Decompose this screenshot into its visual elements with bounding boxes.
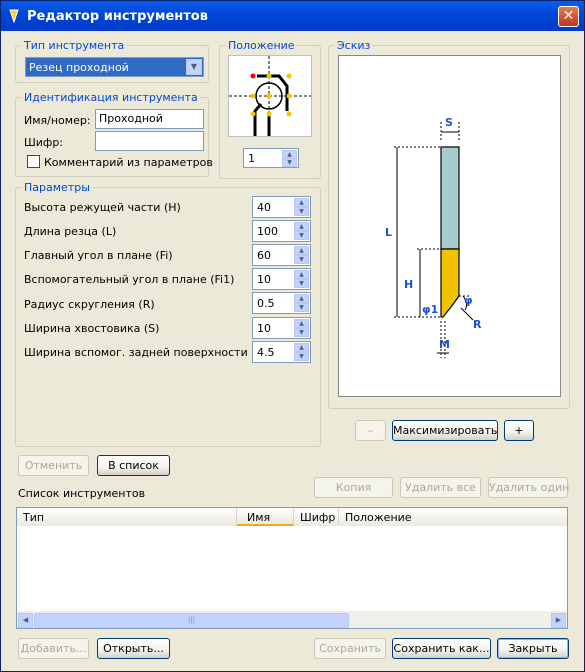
param-spinner-h[interactable]: 40 ▲ ▼: [252, 196, 311, 218]
horizontal-scrollbar[interactable]: ◀ ||| ▶: [17, 611, 567, 628]
spin-up-icon[interactable]: ▲: [294, 270, 309, 279]
delete-one-button[interactable]: Удалить один: [488, 477, 569, 498]
add-button[interactable]: Добавить...: [18, 638, 89, 659]
param-value-fi1: 10: [257, 273, 271, 286]
code-input[interactable]: [95, 131, 204, 151]
param-value-m: 4.5: [257, 346, 275, 359]
param-value-l: 100: [257, 225, 278, 238]
spin-down-icon[interactable]: ▼: [294, 352, 309, 361]
column-header-type[interactable]: Тип: [17, 508, 237, 526]
spin-down-icon[interactable]: ▼: [294, 231, 309, 240]
spin-down-icon[interactable]: ▼: [294, 279, 309, 288]
position-preview[interactable]: [228, 55, 312, 137]
delete-all-button[interactable]: Удалить все: [400, 477, 481, 498]
position-value: 1: [248, 152, 255, 165]
zoom-out-button[interactable]: –: [355, 420, 386, 441]
sketch-label-s: S: [445, 116, 453, 129]
parameters-legend: Параметры: [22, 181, 92, 194]
param-label-r: Радиус скругления (R): [24, 298, 155, 311]
identification-legend: Идентификация инструмента: [22, 91, 200, 104]
open-button[interactable]: Открыть...: [97, 638, 170, 659]
spin-up-icon[interactable]: ▲: [294, 319, 309, 328]
scroll-left-icon[interactable]: ◀: [18, 613, 33, 628]
comment-checkbox[interactable]: [27, 155, 40, 168]
param-spinner-m[interactable]: 4.5 ▲ ▼: [252, 341, 311, 363]
param-value-h: 40: [257, 201, 271, 214]
name-input[interactable]: Проходной: [95, 109, 204, 129]
column-header-position[interactable]: Положение: [339, 508, 567, 526]
param-spinner-l[interactable]: 100 ▲ ▼: [252, 220, 311, 242]
column-header-code[interactable]: Шифр: [294, 508, 339, 526]
param-spinner-s[interactable]: 10 ▲ ▼: [252, 317, 311, 339]
tool-list-label: Список инструментов: [18, 487, 146, 500]
param-value-s: 10: [257, 322, 271, 335]
window-title: Редактор инструментов: [27, 9, 208, 24]
comment-label: Комментарий из параметров: [44, 156, 213, 169]
sketch-legend: Эскиз: [335, 39, 373, 52]
param-label-h: Высота режущей части (H): [24, 201, 181, 214]
tool-type-value: Резец проходной: [29, 61, 129, 74]
sketch-label-phi: φ: [464, 294, 473, 307]
tool-type-legend: Тип инструмента: [22, 39, 127, 52]
param-label-m: Ширина вспомог. задней поверхности (M): [24, 346, 270, 359]
sketch-label-m: M: [439, 338, 450, 351]
sketch-canvas: S L H φ1 φ R M: [338, 55, 561, 397]
spin-up-icon[interactable]: ▲: [294, 198, 309, 207]
param-label-fi1: Вспомогательный угол в плане (Fi1): [24, 273, 235, 286]
param-value-fi: 60: [257, 249, 271, 262]
tool-editor-window: Редактор инструментов ✕ Тип инструмента …: [0, 0, 585, 672]
name-label: Имя/номер:: [24, 114, 91, 127]
close-button[interactable]: Закрыть: [497, 638, 569, 659]
param-spinner-r[interactable]: 0.5 ▲ ▼: [252, 292, 311, 314]
spin-down-icon[interactable]: ▼: [282, 158, 297, 167]
position-diagram: [229, 56, 311, 136]
spin-down-icon[interactable]: ▼: [294, 303, 309, 312]
spin-up-icon[interactable]: ▲: [294, 246, 309, 255]
sketch-label-h: H: [404, 278, 413, 291]
maximize-button[interactable]: Максимизировать: [392, 420, 498, 441]
spin-up-icon[interactable]: ▲: [294, 343, 309, 352]
sketch-label-r: R: [473, 318, 482, 331]
copy-button[interactable]: Копия: [314, 477, 393, 498]
param-spinner-fi1[interactable]: 10 ▲ ▼: [252, 268, 311, 290]
position-spinner[interactable]: 1 ▲ ▼: [243, 148, 299, 168]
param-value-r: 0.5: [257, 297, 275, 310]
param-label-fi: Главный угол в плане (Fi): [24, 249, 173, 262]
spin-down-icon[interactable]: ▼: [294, 328, 309, 337]
tool-list[interactable]: Тип Имя Шифр Положение ◀ ||| ▶: [16, 507, 568, 629]
close-icon[interactable]: ✕: [558, 6, 579, 27]
scroll-thumb[interactable]: |||: [34, 613, 349, 628]
zoom-in-button[interactable]: +: [504, 420, 534, 441]
param-label-s: Ширина хвостовика (S): [24, 322, 160, 335]
sketch-label-l: L: [385, 226, 392, 239]
spin-down-icon[interactable]: ▼: [294, 255, 309, 264]
spin-down-icon[interactable]: ▼: [294, 207, 309, 216]
scroll-right-icon[interactable]: ▶: [551, 613, 566, 628]
sketch-label-phi1: φ1: [422, 303, 438, 316]
param-spinner-fi[interactable]: 60 ▲ ▼: [252, 244, 311, 266]
position-legend: Положение: [226, 39, 297, 52]
add-to-list-button[interactable]: В список: [97, 455, 170, 476]
spin-up-icon[interactable]: ▲: [294, 294, 309, 303]
code-label: Шифр:: [24, 136, 64, 149]
spin-up-icon[interactable]: ▲: [294, 222, 309, 231]
param-label-l: Длина резца (L): [24, 225, 117, 238]
tool-sketch-diagram: S L H φ1 φ R M: [385, 116, 482, 358]
save-as-button[interactable]: Сохранить как...: [392, 638, 491, 659]
column-header-name[interactable]: Имя: [237, 508, 294, 526]
app-icon: [9, 9, 19, 23]
save-button[interactable]: Сохранить: [314, 638, 386, 659]
tool-type-select[interactable]: Резец проходной ▼: [25, 57, 204, 77]
cancel-button[interactable]: Отменить: [18, 455, 89, 476]
chevron-down-icon[interactable]: ▼: [186, 59, 202, 75]
title-bar[interactable]: Редактор инструментов ✕: [1, 1, 584, 31]
